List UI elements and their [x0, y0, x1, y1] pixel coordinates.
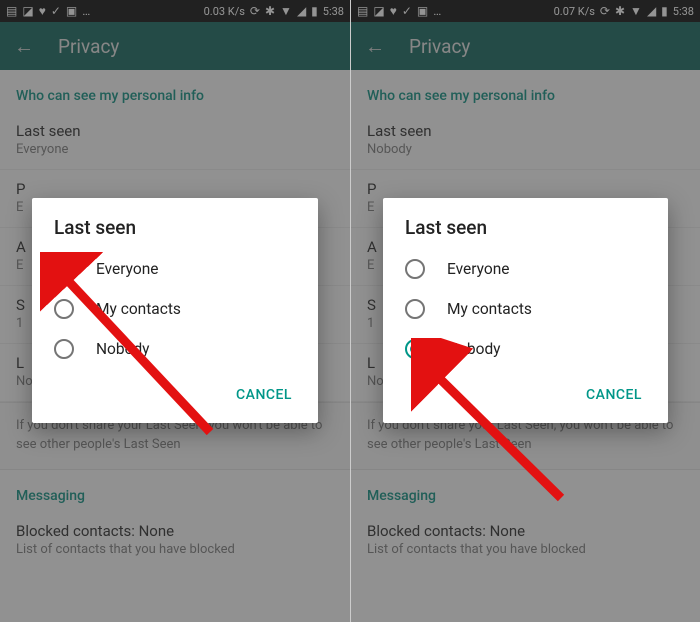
- radio-icon: [54, 259, 74, 279]
- radio-label: My contacts: [96, 300, 181, 318]
- radio-icon: [54, 299, 74, 319]
- screenshot-right: ▤ ◪ ♥ ✓ ▣ … 0.07 K/s ⟳ ✱ ▼ ◢ ▮ 5:38 ← Pr…: [350, 0, 700, 622]
- radio-label: Nobody: [447, 340, 501, 358]
- cancel-button[interactable]: CANCEL: [226, 381, 302, 409]
- dialog-title: Last seen: [383, 216, 668, 249]
- radio-option-my-contacts[interactable]: My contacts: [383, 289, 668, 329]
- radio-icon: [54, 339, 74, 359]
- radio-option-nobody[interactable]: Nobody: [383, 329, 668, 369]
- radio-option-everyone[interactable]: Everyone: [383, 249, 668, 289]
- screenshot-left: ▤ ◪ ♥ ✓ ▣ … 0.03 K/s ⟳ ✱ ▼ ◢ ▮ 5:38 ← Pr…: [0, 0, 350, 622]
- last-seen-dialog: Last seen Everyone My contacts Nobody CA…: [383, 198, 668, 423]
- radio-icon: [405, 339, 425, 359]
- radio-label: My contacts: [447, 300, 532, 318]
- radio-option-nobody[interactable]: Nobody: [32, 329, 318, 369]
- radio-option-everyone[interactable]: Everyone: [32, 249, 318, 289]
- radio-label: Nobody: [96, 340, 150, 358]
- radio-option-my-contacts[interactable]: My contacts: [32, 289, 318, 329]
- radio-label: Everyone: [447, 260, 509, 278]
- last-seen-dialog: Last seen Everyone My contacts Nobody CA…: [32, 198, 318, 423]
- cancel-button[interactable]: CANCEL: [576, 381, 652, 409]
- radio-icon: [405, 299, 425, 319]
- radio-label: Everyone: [96, 260, 158, 278]
- dialog-title: Last seen: [32, 216, 318, 249]
- radio-icon: [405, 259, 425, 279]
